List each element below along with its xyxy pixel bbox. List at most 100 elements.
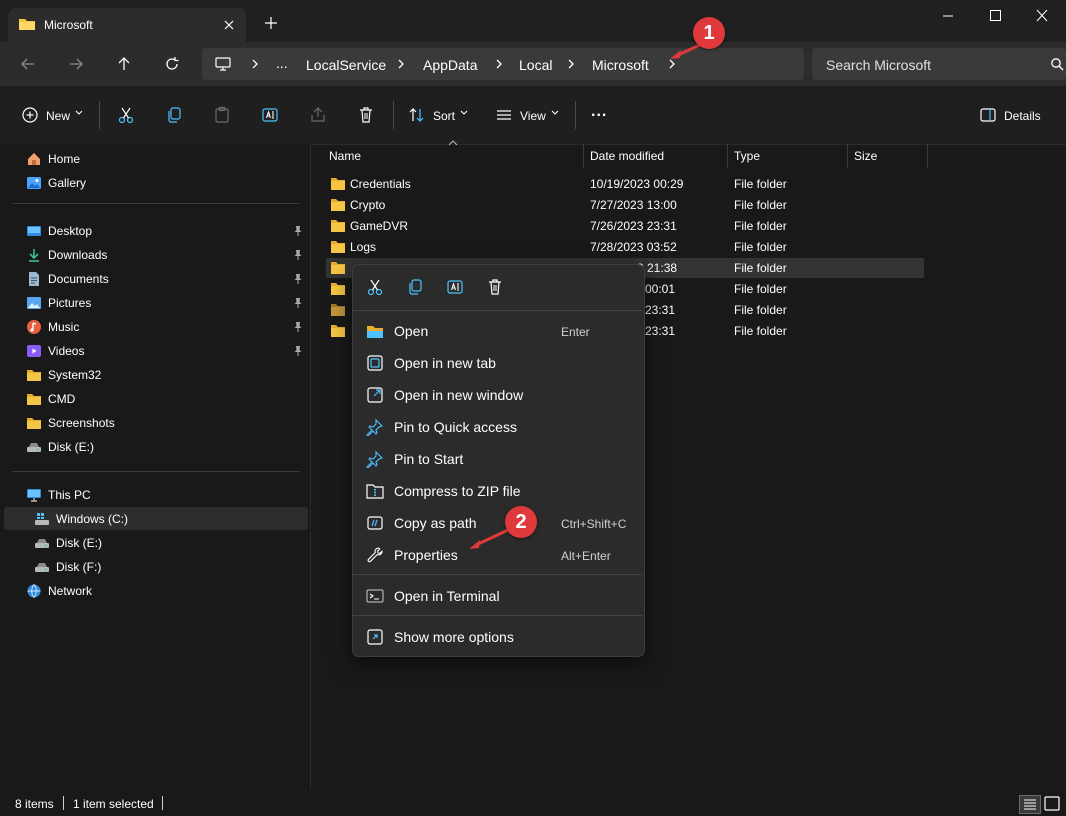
sidebar-item-label: Screenshots	[48, 416, 115, 430]
file-type: File folder	[734, 324, 787, 338]
menu-item-open-new-tab[interactable]: Open in new tab	[355, 350, 640, 376]
table-row[interactable]: Crypto 7/27/2023 13:00 File folder	[0, 198, 1066, 218]
table-row[interactable]: Logs 7/28/2023 03:52 File folder	[0, 240, 1066, 260]
sidebar-item-this-pc[interactable]: This PC	[26, 484, 91, 506]
sidebar-item-disk-e[interactable]: Disk (E:)	[26, 436, 94, 458]
view-button[interactable]: View	[520, 109, 546, 123]
more-options-icon	[366, 628, 384, 646]
menu-item-open-new-window[interactable]: Open in new window	[355, 382, 640, 408]
sidebar-item-label: Windows (C:)	[56, 512, 129, 526]
table-row[interactable]: GameDVR 7/26/2023 23:31 File folder	[0, 219, 1066, 239]
maximize-icon[interactable]	[984, 8, 1006, 24]
up-icon[interactable]	[114, 54, 134, 74]
breadcrumb-microsoft[interactable]: Microsoft	[592, 57, 649, 73]
menu-item-open[interactable]: Open Enter	[355, 318, 640, 344]
close-tab-icon[interactable]	[220, 16, 238, 34]
sidebar-item-label: Disk (E:)	[56, 536, 102, 550]
window-tab[interactable]: Microsoft	[8, 8, 246, 42]
file-name: Logs	[350, 240, 377, 254]
column-divider[interactable]	[727, 144, 728, 168]
column-divider[interactable]	[583, 144, 584, 168]
folder-icon	[18, 17, 36, 31]
sidebar-item-disk-e-pc[interactable]: Disk (E:)	[34, 532, 102, 554]
search-icon[interactable]	[1050, 57, 1064, 71]
search-input[interactable]: Search Microsoft	[826, 57, 931, 73]
cut-icon[interactable]	[366, 278, 384, 296]
breadcrumb-overflow[interactable]: ...	[276, 55, 288, 71]
menu-item-label: Show more options	[394, 629, 514, 645]
sort-icon[interactable]	[408, 106, 426, 124]
copy-icon[interactable]	[165, 106, 183, 124]
toolbar-divider	[393, 101, 394, 129]
breadcrumb-appdata[interactable]: AppData	[423, 57, 477, 73]
computer-icon	[214, 55, 232, 73]
file-type: File folder	[734, 240, 787, 254]
rename-icon[interactable]	[446, 278, 464, 296]
annotation-badge-2: 2	[505, 506, 537, 538]
more-options-button[interactable]: ...	[591, 103, 607, 121]
paste-icon[interactable]	[213, 106, 231, 124]
details-view-icon[interactable]	[1019, 795, 1041, 814]
table-row[interactable]: Credentials 10/19/2023 00:29 File folder	[0, 177, 1066, 197]
minimize-icon[interactable]	[937, 8, 959, 24]
menu-item-label: Open in new tab	[394, 355, 496, 371]
sidebar-item-screenshots[interactable]: Screenshots	[26, 412, 115, 434]
breadcrumb-localservice[interactable]: LocalService	[306, 57, 386, 73]
file-name: Crypto	[350, 198, 386, 212]
new-plus-icon[interactable]	[21, 106, 39, 124]
menu-divider	[353, 574, 642, 575]
details-button[interactable]: Details	[1004, 109, 1041, 123]
cut-icon[interactable]	[117, 106, 135, 124]
sidebar-item-home[interactable]: Home	[26, 148, 80, 170]
rename-icon[interactable]	[261, 106, 279, 124]
refresh-icon[interactable]	[162, 54, 182, 74]
menu-item-open-terminal[interactable]: Open in Terminal	[355, 583, 640, 609]
menu-item-compress-zip[interactable]: Compress to ZIP file	[355, 478, 640, 504]
chevron-right-icon	[494, 55, 504, 73]
column-header-name[interactable]: Name	[329, 149, 361, 163]
videos-icon	[26, 343, 42, 359]
close-window-icon[interactable]	[1031, 8, 1053, 24]
new-tab-button[interactable]	[262, 14, 280, 32]
home-icon	[26, 151, 42, 167]
drive-icon	[34, 559, 50, 575]
breadcrumb-local[interactable]: Local	[519, 57, 552, 73]
share-icon[interactable]	[309, 106, 327, 124]
status-bar	[0, 790, 1066, 816]
sidebar-item-windows-c[interactable]: Windows (C:)	[34, 508, 128, 530]
menu-item-label: Pin to Start	[394, 451, 464, 467]
sidebar-item-label: Disk (F:)	[56, 560, 102, 574]
delete-icon[interactable]	[357, 106, 375, 124]
tab-title: Microsoft	[44, 18, 93, 32]
delete-icon[interactable]	[486, 278, 504, 296]
sort-button[interactable]: Sort	[433, 109, 455, 123]
view-icon[interactable]	[495, 106, 513, 124]
sidebar-item-system32[interactable]: System32	[26, 364, 101, 386]
file-date: 10/19/2023 00:29	[590, 177, 684, 191]
details-pane-icon[interactable]	[979, 106, 997, 124]
sidebar-item-disk-f[interactable]: Disk (F:)	[34, 556, 101, 578]
new-window-icon	[366, 386, 384, 404]
file-type: File folder	[734, 177, 787, 191]
menu-item-pin-start[interactable]: Pin to Start	[355, 446, 640, 472]
column-divider[interactable]	[847, 144, 848, 168]
column-header-size[interactable]: Size	[854, 149, 877, 163]
back-icon[interactable]	[18, 54, 38, 74]
new-button[interactable]: New	[46, 109, 70, 123]
forward-icon[interactable]	[66, 54, 86, 74]
chevron-down-icon	[551, 110, 559, 116]
drive-icon	[34, 535, 50, 551]
menu-item-show-more-options[interactable]: Show more options	[355, 624, 640, 650]
sidebar-item-network[interactable]: Network	[26, 580, 92, 602]
menu-item-label: Open in Terminal	[394, 588, 500, 604]
pin-icon[interactable]	[292, 345, 304, 357]
pin-icon	[366, 450, 384, 468]
folder-icon	[330, 240, 346, 254]
sidebar-item-cmd[interactable]: CMD	[26, 388, 75, 410]
large-icons-view-icon[interactable]	[1043, 795, 1061, 812]
menu-item-pin-quick-access[interactable]: Pin to Quick access	[355, 414, 640, 440]
column-header-type[interactable]: Type	[734, 149, 760, 163]
column-divider[interactable]	[927, 144, 928, 168]
column-header-date[interactable]: Date modified	[590, 149, 664, 163]
copy-icon[interactable]	[406, 278, 424, 296]
